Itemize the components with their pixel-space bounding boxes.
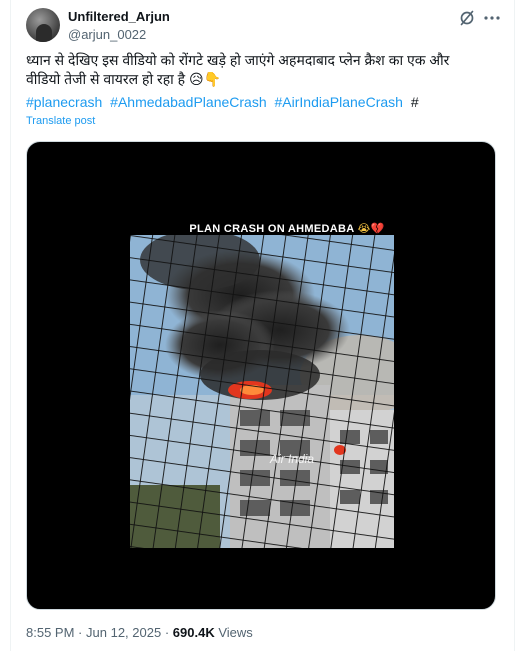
video-caption-text: PLAN CRASH ON AHMEDABA <box>189 223 355 235</box>
hashtag-link[interactable]: #AirIndiaPlaneCrash <box>275 94 403 110</box>
translate-post-link[interactable]: Translate post <box>26 115 95 127</box>
hashtag-link[interactable]: #AhmedabadPlaneCrash <box>110 94 266 110</box>
trailing-hash: # <box>410 94 419 110</box>
author-handle[interactable]: @arjun_0022 <box>68 27 146 42</box>
avatar[interactable] <box>26 8 60 42</box>
hashtag-row: #planecrash #AhmedabadPlaneCrash #AirInd… <box>26 93 496 112</box>
tweet-header: Unfiltered_Arjun @arjun_0022 <box>26 6 506 46</box>
meta-separator: · <box>78 625 83 640</box>
views-label: Views <box>218 625 253 640</box>
tweet-meta: 8:55 PM · Jun 12, 2025 · 690.4K Views <box>26 625 253 640</box>
views-count: 690.4K <box>172 625 215 640</box>
video-overlay-text: Air India <box>269 452 314 466</box>
video-frame: Air India <box>130 235 394 548</box>
post-date[interactable]: Jun 12, 2025 <box>86 625 161 640</box>
post-time[interactable]: 8:55 PM <box>26 625 74 640</box>
crying-emoji-icon: 😭 <box>357 223 371 235</box>
meta-separator: · <box>164 625 170 640</box>
hashtag-link[interactable]: #planecrash <box>26 94 102 110</box>
broken-heart-emoji-icon: 💔 <box>370 223 385 235</box>
tweet-body: ध्यान से देखिए इस वीडियो को रोंगटे खड़े … <box>26 52 450 87</box>
video-caption: PLAN CRASH ON AHMEDABA 😭💔 <box>172 222 402 235</box>
more-icon[interactable] <box>482 8 502 28</box>
video-player[interactable]: PLAN CRASH ON AHMEDABA 😭💔 Air India <box>26 141 496 610</box>
tweet-text: ध्यान से देखिए इस वीडियो को रोंगटे खड़े … <box>26 51 466 90</box>
tweet-emojis: 😥👇 <box>189 72 222 88</box>
grok-icon[interactable] <box>457 8 477 28</box>
author-name[interactable]: Unfiltered_Arjun <box>68 9 170 24</box>
